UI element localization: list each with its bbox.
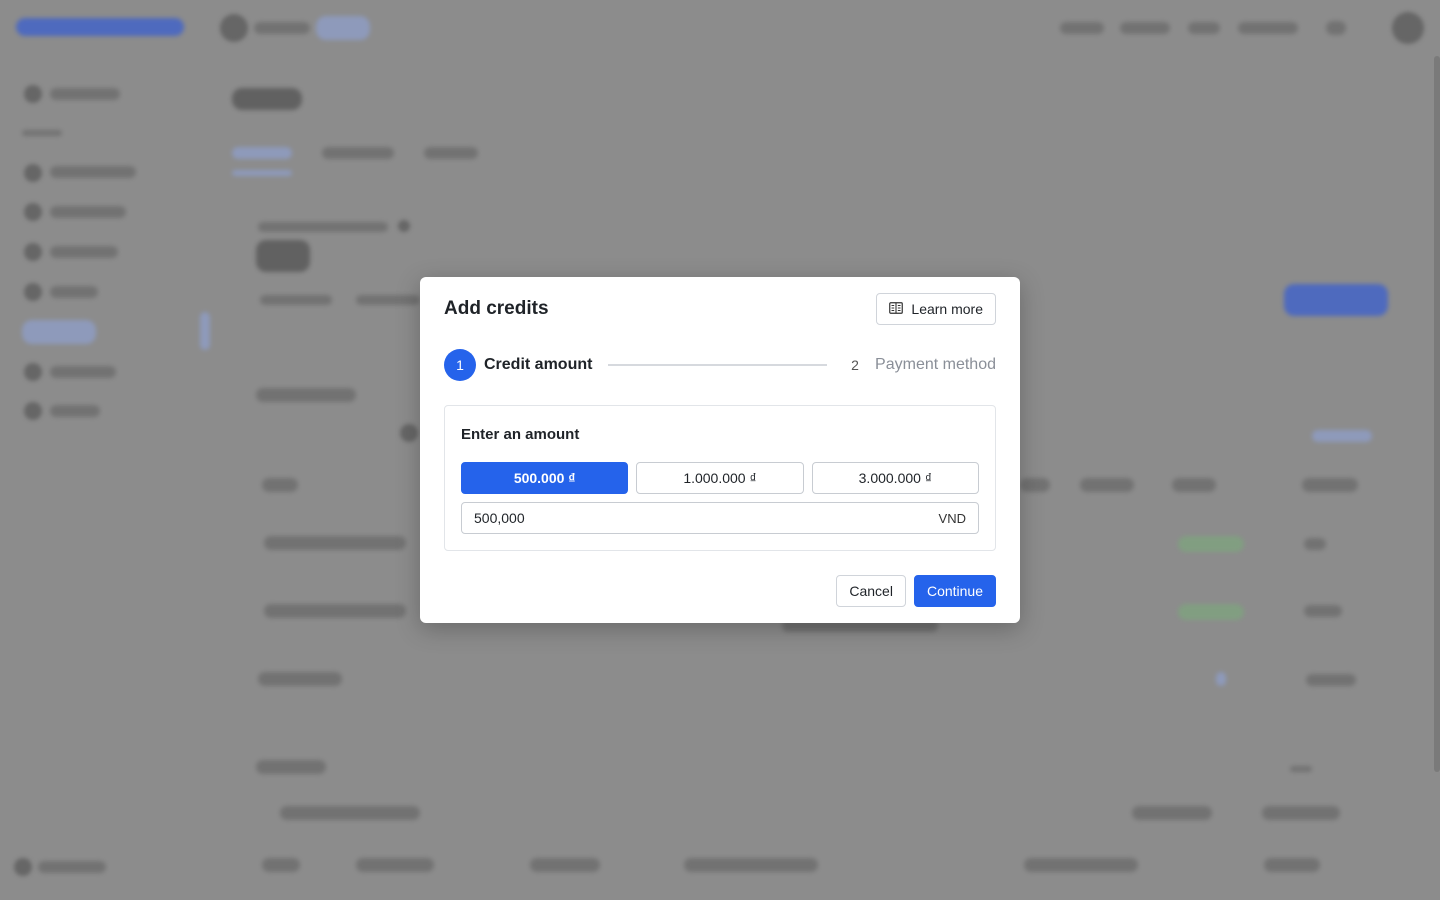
status-badge [1178, 536, 1244, 552]
dialog-title: Add credits [444, 298, 549, 319]
step-2-label: Payment method [875, 356, 996, 373]
amount-presets: 500.000 ₫ 1.000.000 ₫ 3.000.000 ₫ [461, 462, 979, 494]
sidebar-icon [24, 363, 42, 381]
top-nav-item [1120, 22, 1170, 34]
step-2-number: 2 [851, 357, 859, 373]
page-scrollbar[interactable] [1434, 56, 1440, 772]
sidebar-item [50, 206, 126, 218]
amount-card: Enter an amount 500.000 ₫ 1.000.000 ₫ 3.… [444, 405, 996, 551]
sidebar-item [50, 366, 116, 378]
sidebar-item-active [22, 320, 96, 344]
sidebar-icon [24, 243, 42, 261]
amount-section-title: Enter an amount [461, 426, 580, 443]
table-cell [1264, 858, 1320, 872]
user-avatar [1392, 12, 1424, 44]
balance-note [356, 295, 420, 305]
section-title [256, 388, 356, 402]
org-name [254, 22, 310, 34]
sidebar-icon [24, 164, 42, 182]
table-header [1302, 478, 1358, 492]
sidebar-item [50, 246, 118, 258]
table-cell [1304, 605, 1342, 617]
cancel-button[interactable]: Cancel [836, 575, 906, 607]
sidebar-item [50, 166, 136, 178]
table-cell [1262, 806, 1340, 820]
filter-link [1312, 430, 1372, 442]
table-header [1020, 478, 1050, 492]
top-nav-item [1238, 22, 1298, 34]
sidebar-footer-icon [14, 858, 32, 876]
top-nav-item [1060, 22, 1104, 34]
continue-button[interactable]: Continue [913, 575, 996, 607]
table-cell [684, 858, 818, 872]
sidebar-icon [24, 203, 42, 221]
page-title [232, 88, 302, 110]
sidebar-icon [24, 402, 42, 420]
table-cell [356, 858, 434, 872]
preset-amount-button[interactable]: 500.000 ₫ [461, 462, 629, 494]
dialog-actions: Cancel Continue [836, 575, 996, 607]
balance-note [260, 295, 332, 305]
balance-value [256, 240, 310, 272]
tab [424, 147, 478, 159]
table-cell [1306, 674, 1356, 686]
stepper: 1 Credit amount 2 Payment method [444, 349, 996, 381]
sidebar-item [50, 88, 120, 100]
status-badge [1178, 604, 1244, 620]
filter-icon [400, 424, 418, 442]
table-cell [262, 858, 300, 872]
sidebar-footer-item [38, 861, 106, 873]
preset-amount-button[interactable]: 3.000.000 ₫ [811, 462, 979, 494]
add-credits-dialog: Add credits Learn more 1 Credit amount 2… [420, 277, 1020, 623]
sidebar-item [50, 405, 100, 417]
sidebar-divider [22, 130, 62, 136]
learn-more-button[interactable]: Learn more [876, 293, 996, 325]
plan-badge [316, 16, 370, 40]
section-link [1290, 766, 1312, 772]
tab [232, 147, 292, 159]
app-logo [16, 18, 184, 36]
sidebar-icon [24, 85, 42, 103]
currency-label: VND [938, 510, 966, 526]
table-header [1172, 478, 1216, 492]
top-nav-icon [1326, 21, 1346, 35]
amount-field: VND [461, 502, 979, 534]
tab-underline [232, 170, 292, 176]
learn-more-label: Learn more [911, 301, 983, 317]
sidebar-icon [24, 283, 42, 301]
org-avatar [220, 14, 248, 42]
step-1-label: Credit amount [484, 356, 593, 373]
amount-input[interactable] [474, 510, 939, 526]
table-cell [1024, 858, 1138, 872]
table-cell [1304, 538, 1326, 550]
step-connector [608, 364, 828, 366]
sidebar-active-marker [200, 312, 210, 350]
preset-amount-button[interactable]: 1.000.000 ₫ [636, 462, 804, 494]
sidebar-item [50, 286, 98, 298]
table-cell [264, 536, 406, 550]
top-nav-item [1188, 22, 1220, 34]
table-cell [1216, 672, 1226, 686]
table-cell [530, 858, 600, 872]
section-title [256, 760, 326, 774]
balance-label [258, 222, 388, 232]
info-icon [398, 220, 410, 232]
tab [322, 147, 394, 159]
table-cell [264, 604, 406, 618]
table-header [1080, 478, 1134, 492]
table-cell [258, 672, 342, 686]
step-1-number: 1 [444, 349, 476, 381]
add-credits-button-bg [1284, 284, 1388, 316]
table-cell [1132, 806, 1212, 820]
book-icon [889, 301, 904, 317]
table-row [280, 806, 420, 820]
table-header [262, 478, 298, 492]
